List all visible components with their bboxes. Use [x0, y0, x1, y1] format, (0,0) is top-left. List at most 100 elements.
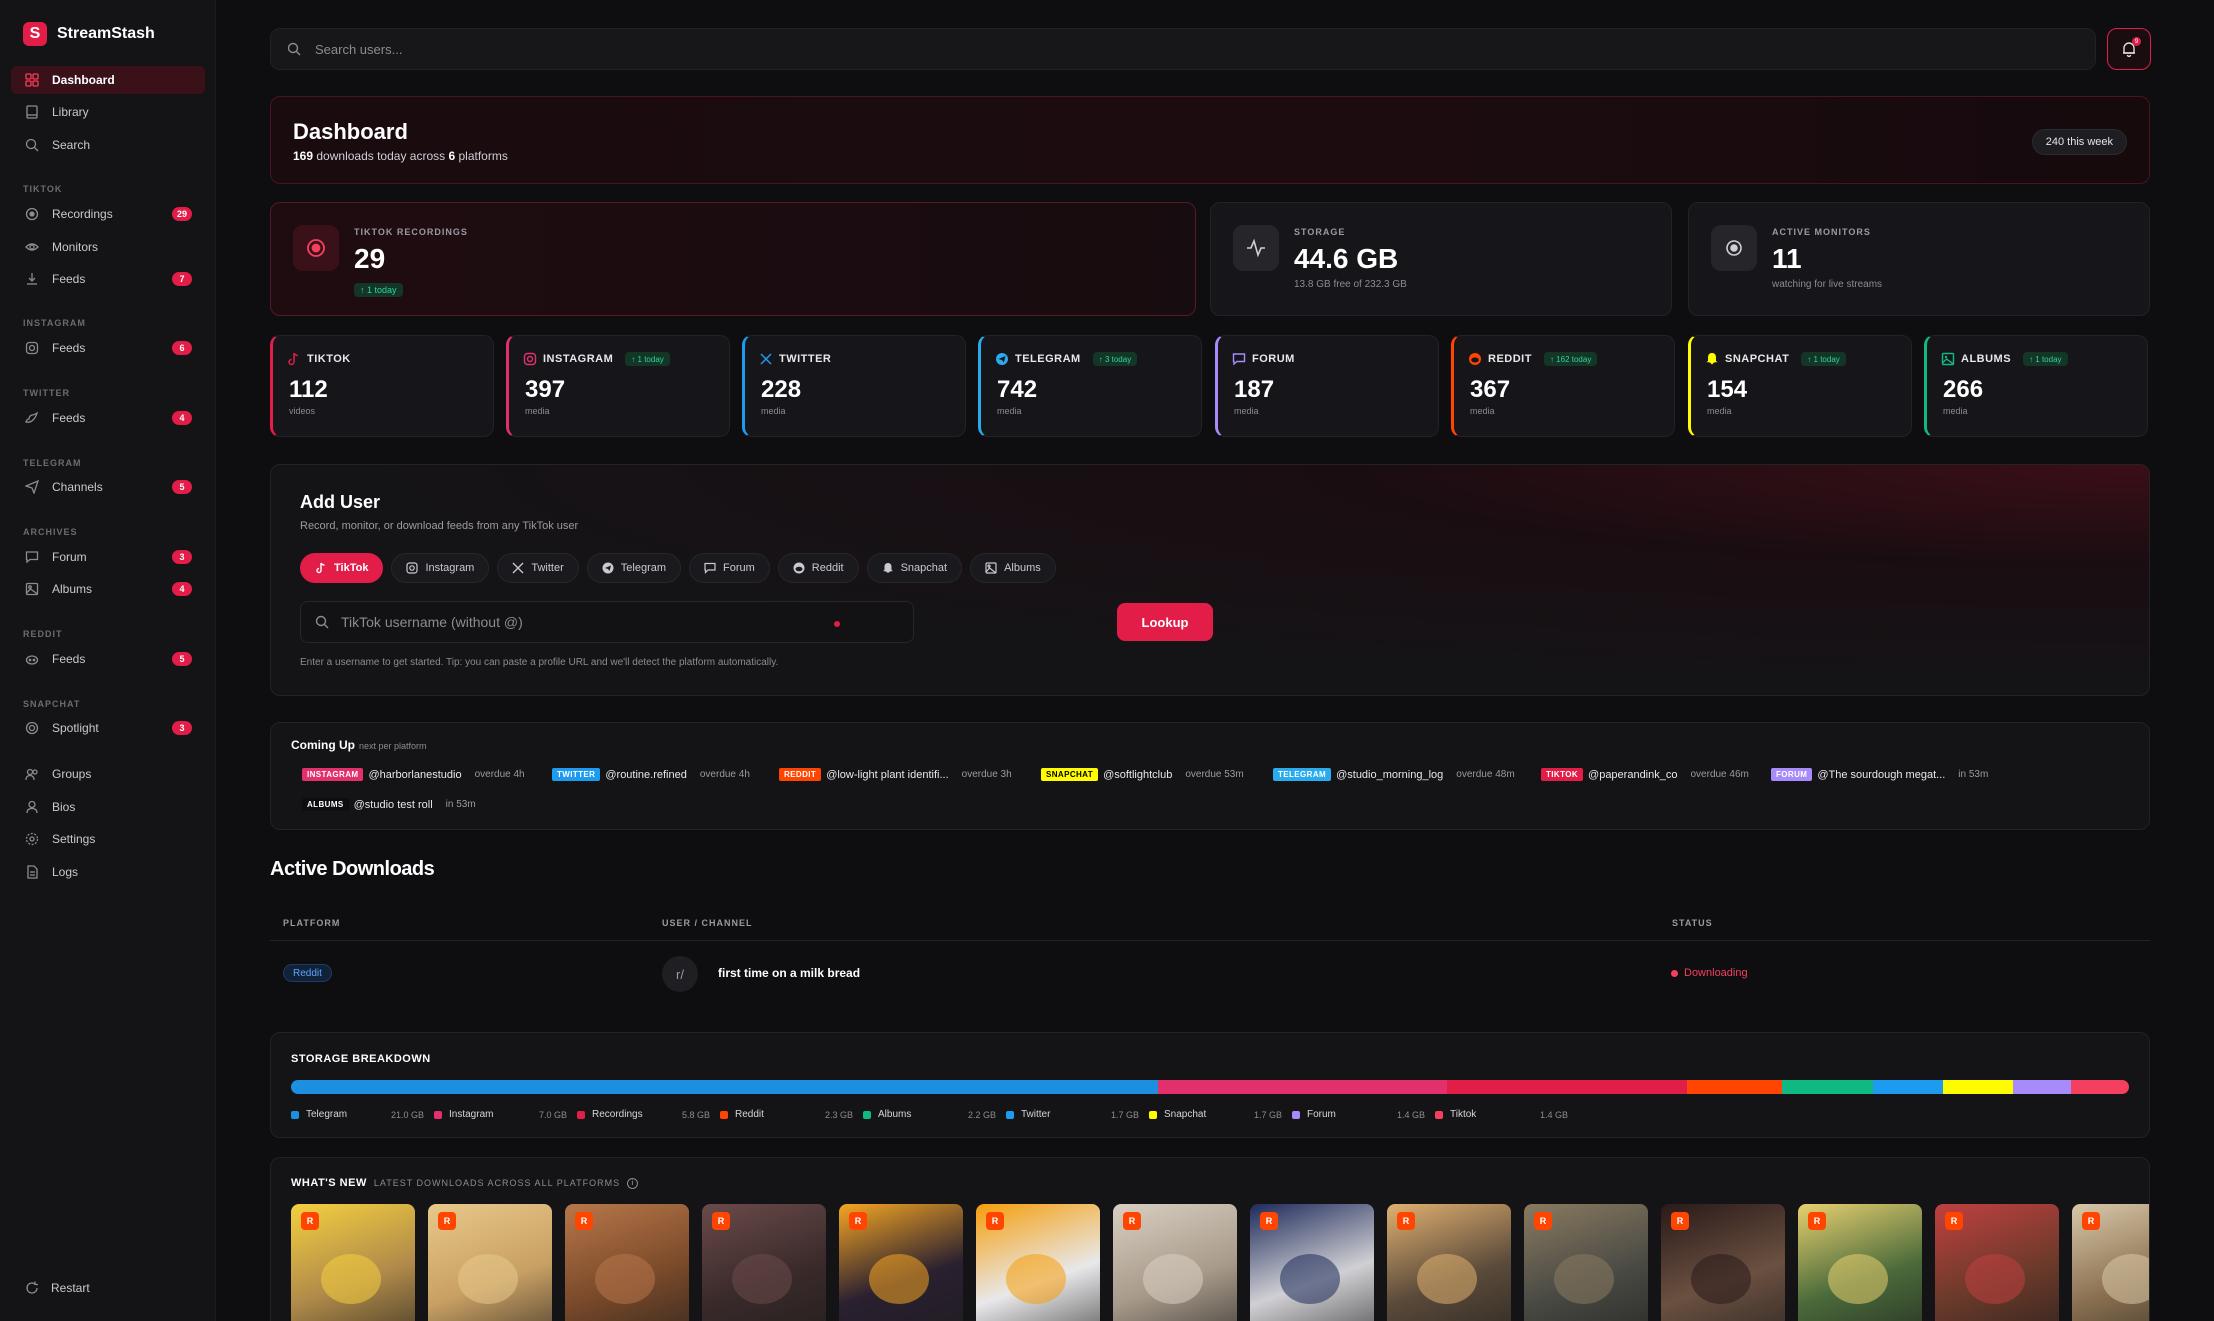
platform-tag: SNAPCHAT — [1041, 768, 1099, 781]
platform-card-albums[interactable]: ALBUMS ↑ 1 today 266 media — [1924, 335, 2148, 437]
sidebar-item-groups[interactable]: Groups — [11, 760, 205, 788]
legend-size: 1.7 GB — [1253, 1109, 1282, 1120]
platform-name: INSTAGRAM — [543, 353, 614, 365]
media-thumbnail[interactable]: R — [702, 1204, 826, 1321]
status-dot — [1671, 969, 1678, 977]
coming-up-item[interactable]: SNAPCHAT @softlightclub overdue 53m — [1041, 768, 1244, 781]
tab-albums[interactable]: Albums — [970, 553, 1056, 583]
sidebar-item-dashboard[interactable]: Dashboard — [11, 66, 205, 94]
brand[interactable]: S StreamStash — [23, 22, 155, 46]
tab-label: Reddit — [811, 562, 844, 574]
coming-up-item[interactable]: ALBUMS @studio test roll in 53m — [302, 798, 476, 811]
restart-button[interactable]: Restart — [25, 1281, 90, 1295]
sidebar-item-albums[interactable]: Albums 4 — [11, 575, 205, 603]
platform-card-telegram[interactable]: TELEGRAM ↑ 3 today 742 media — [978, 335, 1202, 437]
media-thumbnail[interactable]: R — [839, 1204, 963, 1321]
coming-up-user: @paperandink_co — [1588, 768, 1678, 781]
sidebar-item-reddit-feeds[interactable]: Feeds 5 — [11, 645, 205, 673]
tab-tiktok[interactable]: TikTok — [300, 553, 384, 583]
grid-icon — [25, 73, 39, 87]
coming-up-item[interactable]: INSTAGRAM @harborlanestudio overdue 4h — [302, 768, 525, 781]
platform-card-twitter[interactable]: TWITTER 228 media — [742, 335, 966, 437]
platform-card-reddit[interactable]: REDDIT ↑ 162 today 367 media — [1451, 335, 1675, 437]
thumbnail-image — [595, 1254, 655, 1304]
legend-item: Snapchat 1.7 GB — [1149, 1109, 1292, 1120]
active-monitors-card[interactable]: ACTIVE MONITORS 11 watching for live str… — [1688, 202, 2150, 316]
sidebar-item-tiktok-feeds[interactable]: Feeds 7 — [11, 265, 205, 293]
media-thumbnail[interactable]: R — [1387, 1204, 1511, 1321]
tab-reddit[interactable]: Reddit — [777, 553, 859, 583]
coming-up-item[interactable]: TIKTOK @paperandink_co overdue 46m — [1541, 768, 1749, 781]
legend-swatch — [1292, 1110, 1300, 1119]
search-icon — [315, 615, 329, 629]
media-thumbnail[interactable]: R — [2072, 1204, 2149, 1321]
platform-name: TELEGRAM — [1015, 353, 1081, 365]
media-thumbnail[interactable]: R — [1935, 1204, 2059, 1321]
sidebar-item-forum[interactable]: Forum 3 — [11, 543, 205, 571]
tab-instagram[interactable]: Instagram — [391, 553, 490, 583]
snapchat-icon — [1706, 353, 1718, 365]
whats-new-panel: WHAT'S NEW LATEST DOWNLOADS ACROSS ALL P… — [270, 1157, 2150, 1321]
stat-label: STORAGE — [1294, 227, 1346, 237]
media-thumbnail[interactable]: R — [1113, 1204, 1237, 1321]
platform-card-forum[interactable]: FORUM 187 media — [1215, 335, 1439, 437]
tab-forum[interactable]: Forum — [689, 553, 770, 583]
thumbnail-image — [2102, 1254, 2149, 1304]
sidebar-item-search[interactable]: Search — [11, 131, 205, 159]
tiktok-recordings-card[interactable]: TIKTOK RECORDINGS 29 ↑ 1 today — [270, 202, 1196, 316]
tab-twitter[interactable]: Twitter — [497, 553, 579, 583]
sidebar-item-bios[interactable]: Bios — [11, 793, 205, 821]
sidebar-item-settings[interactable]: Settings — [11, 825, 205, 853]
search-input[interactable] — [315, 41, 2015, 57]
platform-card-tiktok[interactable]: TIKTOK 112 videos — [270, 335, 494, 437]
platform-name: REDDIT — [1488, 353, 1532, 365]
sidebar-item-monitors[interactable]: Monitors — [11, 233, 205, 261]
download-name[interactable]: first time on a milk bread — [718, 966, 860, 980]
count-badge: 4 — [172, 582, 192, 596]
legend-label: Tiktok — [1450, 1109, 1477, 1120]
search-icon — [25, 138, 39, 152]
platform-card-instagram[interactable]: INSTAGRAM ↑ 1 today 397 media — [506, 335, 730, 437]
sidebar-item-channels[interactable]: Channels 5 — [11, 473, 205, 501]
info-icon[interactable]: i — [627, 1177, 639, 1189]
media-thumbnail[interactable]: R — [565, 1204, 689, 1321]
sidebar-item-logs[interactable]: Logs — [11, 858, 205, 886]
coming-up-item[interactable]: TWITTER @routine.refined overdue 4h — [552, 768, 750, 781]
sidebar-item-spotlight[interactable]: Spotlight 3 — [11, 714, 205, 742]
sidebar-item-recordings[interactable]: Recordings 29 — [11, 200, 205, 228]
coming-up-item[interactable]: REDDIT @low-light plant identifi... overdu… — [779, 768, 1012, 781]
media-thumbnail[interactable]: R — [1661, 1204, 1785, 1321]
legend-swatch — [291, 1110, 299, 1119]
storage-card[interactable]: STORAGE 44.6 GB 13.8 GB free of 232.3 GB — [1210, 202, 1672, 316]
media-thumbnail[interactable]: R — [1798, 1204, 1922, 1321]
media-thumbnail[interactable]: R — [976, 1204, 1100, 1321]
notification-count-badge: 9 — [2132, 37, 2141, 46]
legend-size: 21.0 GB — [390, 1109, 424, 1120]
media-thumbnail[interactable]: R — [1250, 1204, 1374, 1321]
sidebar-item-instagram-feeds[interactable]: Feeds 6 — [11, 334, 205, 362]
gear-icon — [25, 832, 39, 846]
coming-up-item[interactable]: TELEGRAM @studio_morning_log overdue 48m — [1273, 768, 1515, 781]
storage-segment-recordings — [1447, 1080, 1688, 1094]
username-input[interactable] — [341, 614, 821, 630]
legend-item: Instagram 7.0 GB — [434, 1109, 577, 1120]
coming-up-user: @routine.refined — [605, 768, 687, 781]
tab-snapchat[interactable]: Snapchat — [866, 553, 963, 583]
media-thumbnail[interactable]: R — [291, 1204, 415, 1321]
today-tag: ↑ 3 today — [1092, 352, 1138, 366]
sidebar-item-library[interactable]: Library — [11, 98, 205, 126]
sidebar-item-twitter-feeds[interactable]: Feeds 4 — [11, 404, 205, 432]
media-thumbnail[interactable]: R — [1524, 1204, 1648, 1321]
notifications-button[interactable]: 9 — [2107, 28, 2151, 70]
ghost-icon — [882, 563, 893, 573]
platform-name: FORUM — [1252, 353, 1295, 365]
coming-up-due: overdue 4h — [474, 769, 525, 780]
coming-up-item[interactable]: FORUM @The sourdough megat... in 53m — [1771, 768, 1988, 781]
spotlight-icon — [25, 721, 39, 735]
lookup-button[interactable]: Lookup — [1117, 603, 1213, 641]
platform-card-snapchat[interactable]: SNAPCHAT ↑ 1 today 154 media — [1688, 335, 1912, 437]
tab-telegram[interactable]: Telegram — [586, 553, 682, 583]
stat-value: 11 — [1772, 243, 1802, 274]
eye-icon — [25, 240, 39, 254]
media-thumbnail[interactable]: R — [428, 1204, 552, 1321]
